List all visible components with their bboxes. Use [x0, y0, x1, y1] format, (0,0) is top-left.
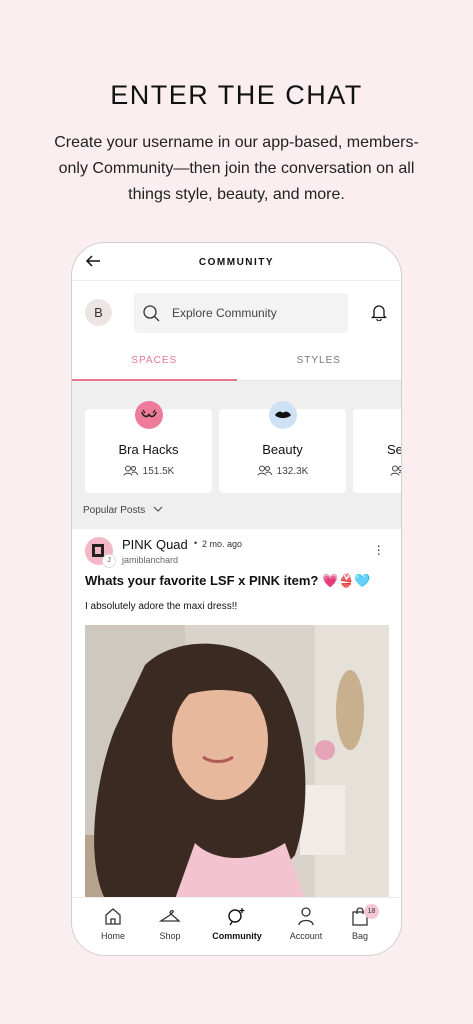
- space-member-count: 151.5K: [85, 465, 212, 477]
- headline: ENTER THE CHAT: [110, 80, 363, 110]
- space-member-count: 132.3K: [219, 465, 346, 477]
- post-title: Whats your favorite LSF x PINK item? 💗👙🩵: [85, 573, 371, 589]
- members-icon: [390, 465, 401, 476]
- popular-posts-label: Popular Posts: [83, 505, 146, 516]
- lips-icon: [268, 401, 297, 429]
- home-icon: [105, 908, 121, 925]
- subtitle: Create your username in our app-based, m…: [54, 134, 419, 203]
- page-title: COMMUNITY: [198, 257, 275, 268]
- space-name: Beauty: [262, 442, 303, 457]
- nav-label: Bag: [351, 931, 368, 941]
- post-group-name[interactable]: PINK Quad: [122, 537, 188, 552]
- search-input[interactable]: Explore Community: [134, 293, 348, 333]
- person-icon: [298, 907, 314, 926]
- space-count-value: 151.5K: [142, 466, 175, 477]
- post-body: I absolutely adore the maxi dress!!: [85, 601, 238, 612]
- separator-dot: •: [194, 538, 198, 548]
- group-logo-icon: [92, 544, 104, 557]
- post-username[interactable]: jamiblanchard: [122, 555, 178, 565]
- search-placeholder: Explore Community: [172, 306, 277, 320]
- tab-spaces[interactable]: SPACES: [72, 355, 237, 366]
- search-icon: [143, 305, 160, 322]
- space-card-beauty[interactable]: Beauty 132.3K: [219, 401, 346, 493]
- space-name: Bra Hacks: [118, 442, 179, 457]
- space-member-count: [390, 465, 401, 477]
- post-card[interactable]: J PINK Quad • 2 mo. ago jamiblanchard · ·…: [72, 529, 401, 899]
- post-timestamp: 2 mo. ago: [202, 539, 243, 549]
- members-icon: [257, 465, 272, 476]
- nav-label: Account: [289, 931, 323, 941]
- post-title-emoji: 💗👙🩵: [321, 573, 371, 588]
- nav-shop[interactable]: Shop: [139, 906, 201, 941]
- nav-community[interactable]: Community: [206, 906, 268, 941]
- nav-home[interactable]: Home: [82, 906, 144, 941]
- nav-label: Home: [100, 931, 125, 941]
- more-options-icon[interactable]: · · ·: [376, 538, 381, 560]
- community-icon: [228, 908, 245, 926]
- phone-mockup: COMMUNITY B Explore Community SPACES STY…: [71, 242, 402, 956]
- chevron-down-icon: [153, 506, 163, 512]
- user-badge: J: [102, 554, 116, 568]
- hanger-icon: [159, 909, 181, 922]
- top-bar: COMMUNITY: [72, 243, 401, 281]
- space-name: Se: [387, 442, 402, 457]
- post-title-text: Whats your favorite LSF x PINK item?: [85, 573, 319, 588]
- search-row: B Explore Community: [72, 293, 401, 333]
- nav-bag[interactable]: 18 Bag: [329, 904, 391, 941]
- avatar[interactable]: B: [85, 299, 112, 326]
- bra-icon: [134, 401, 163, 429]
- nav-label: Shop: [159, 931, 181, 941]
- bottom-nav: Home Shop Community Account 18 Bag: [72, 897, 401, 955]
- popular-posts-dropdown[interactable]: Popular Posts: [83, 505, 163, 516]
- bell-icon[interactable]: [371, 303, 387, 321]
- bag-count-badge: 18: [364, 904, 379, 919]
- space-card-bra-hacks[interactable]: Bra Hacks 151.5K: [85, 401, 212, 493]
- nav-label: Community: [212, 931, 262, 941]
- tab-styles[interactable]: STYLES: [237, 355, 402, 366]
- post-photo[interactable]: [85, 625, 389, 899]
- space-count-value: 132.3K: [276, 466, 309, 477]
- members-icon: [123, 465, 138, 476]
- group-avatar[interactable]: J: [85, 537, 116, 568]
- nav-account[interactable]: Account: [275, 906, 337, 941]
- space-card-partial[interactable]: Se: [353, 409, 402, 493]
- spaces-carousel[interactable]: Bra Hacks 151.5K Beauty 132.3K Se Popula…: [72, 381, 401, 529]
- tab-bar: SPACES STYLES: [72, 345, 401, 381]
